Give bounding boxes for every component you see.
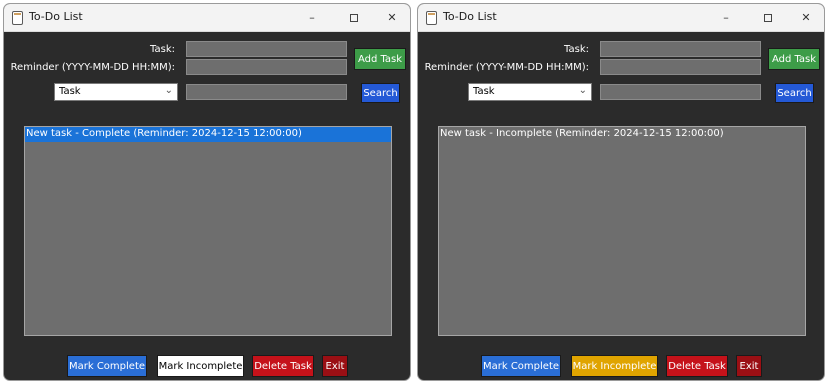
list-item[interactable]: New task - Complete (Reminder: 2024-12-1…: [25, 127, 391, 142]
window-title: To-Do List: [443, 10, 497, 23]
maximize-button[interactable]: [754, 8, 782, 28]
add-task-button[interactable]: Add Task: [354, 48, 406, 70]
minimize-button[interactable]: –: [298, 8, 326, 28]
task-label: Task:: [150, 44, 175, 55]
search-input[interactable]: [600, 84, 761, 100]
window-title: To-Do List: [29, 10, 83, 23]
search-input[interactable]: [186, 84, 347, 100]
notepad-icon: [12, 11, 23, 25]
minimize-button[interactable]: –: [712, 8, 740, 28]
todo-window-1: To-Do List – ✕ Task: Reminder (YYYY-MM-D…: [3, 3, 411, 381]
maximize-icon: [764, 14, 772, 22]
dropdown-selected-value: Task: [59, 86, 81, 97]
mark-incomplete-button[interactable]: Mark Incomplete: [571, 355, 658, 377]
exit-button[interactable]: Exit: [322, 355, 348, 377]
close-button[interactable]: ✕: [792, 8, 820, 28]
title-bar: To-Do List – ✕: [418, 4, 824, 32]
reminder-label: Reminder (YYYY-MM-DD HH:MM):: [10, 62, 175, 73]
maximize-button[interactable]: [340, 8, 368, 28]
task-input[interactable]: [600, 41, 761, 57]
chevron-down-icon: ⌄: [164, 85, 173, 96]
dropdown-selected-value: Task: [473, 86, 495, 97]
list-item[interactable]: New task - Incomplete (Reminder: 2024-12…: [439, 127, 805, 142]
mark-incomplete-button[interactable]: Mark Incomplete: [157, 355, 244, 377]
todo-window-2: To-Do List – ✕ Task: Reminder (YYYY-MM-D…: [417, 3, 825, 381]
screenshot-stage: To-Do List – ✕ Task: Reminder (YYYY-MM-D…: [0, 0, 826, 383]
mark-complete-button[interactable]: Mark Complete: [481, 355, 561, 377]
exit-button[interactable]: Exit: [736, 355, 762, 377]
delete-task-button[interactable]: Delete Task: [252, 355, 314, 377]
task-label: Task:: [564, 44, 589, 55]
search-filter-dropdown[interactable]: Task ⌄: [54, 83, 178, 101]
delete-task-button[interactable]: Delete Task: [666, 355, 728, 377]
search-button[interactable]: Search: [361, 83, 400, 103]
reminder-input[interactable]: [600, 59, 761, 75]
search-button[interactable]: Search: [775, 83, 814, 103]
add-task-button[interactable]: Add Task: [768, 48, 820, 70]
notepad-icon: [426, 11, 437, 25]
mark-complete-button[interactable]: Mark Complete: [67, 355, 147, 377]
chevron-down-icon: ⌄: [578, 85, 587, 96]
task-listbox[interactable]: New task - Complete (Reminder: 2024-12-1…: [24, 126, 392, 336]
reminder-input[interactable]: [186, 59, 347, 75]
reminder-label: Reminder (YYYY-MM-DD HH:MM):: [424, 62, 589, 73]
maximize-icon: [350, 14, 358, 22]
close-button[interactable]: ✕: [378, 8, 406, 28]
task-input[interactable]: [186, 41, 347, 57]
task-listbox[interactable]: New task - Incomplete (Reminder: 2024-12…: [438, 126, 806, 336]
search-filter-dropdown[interactable]: Task ⌄: [468, 83, 592, 101]
title-bar: To-Do List – ✕: [4, 4, 410, 32]
